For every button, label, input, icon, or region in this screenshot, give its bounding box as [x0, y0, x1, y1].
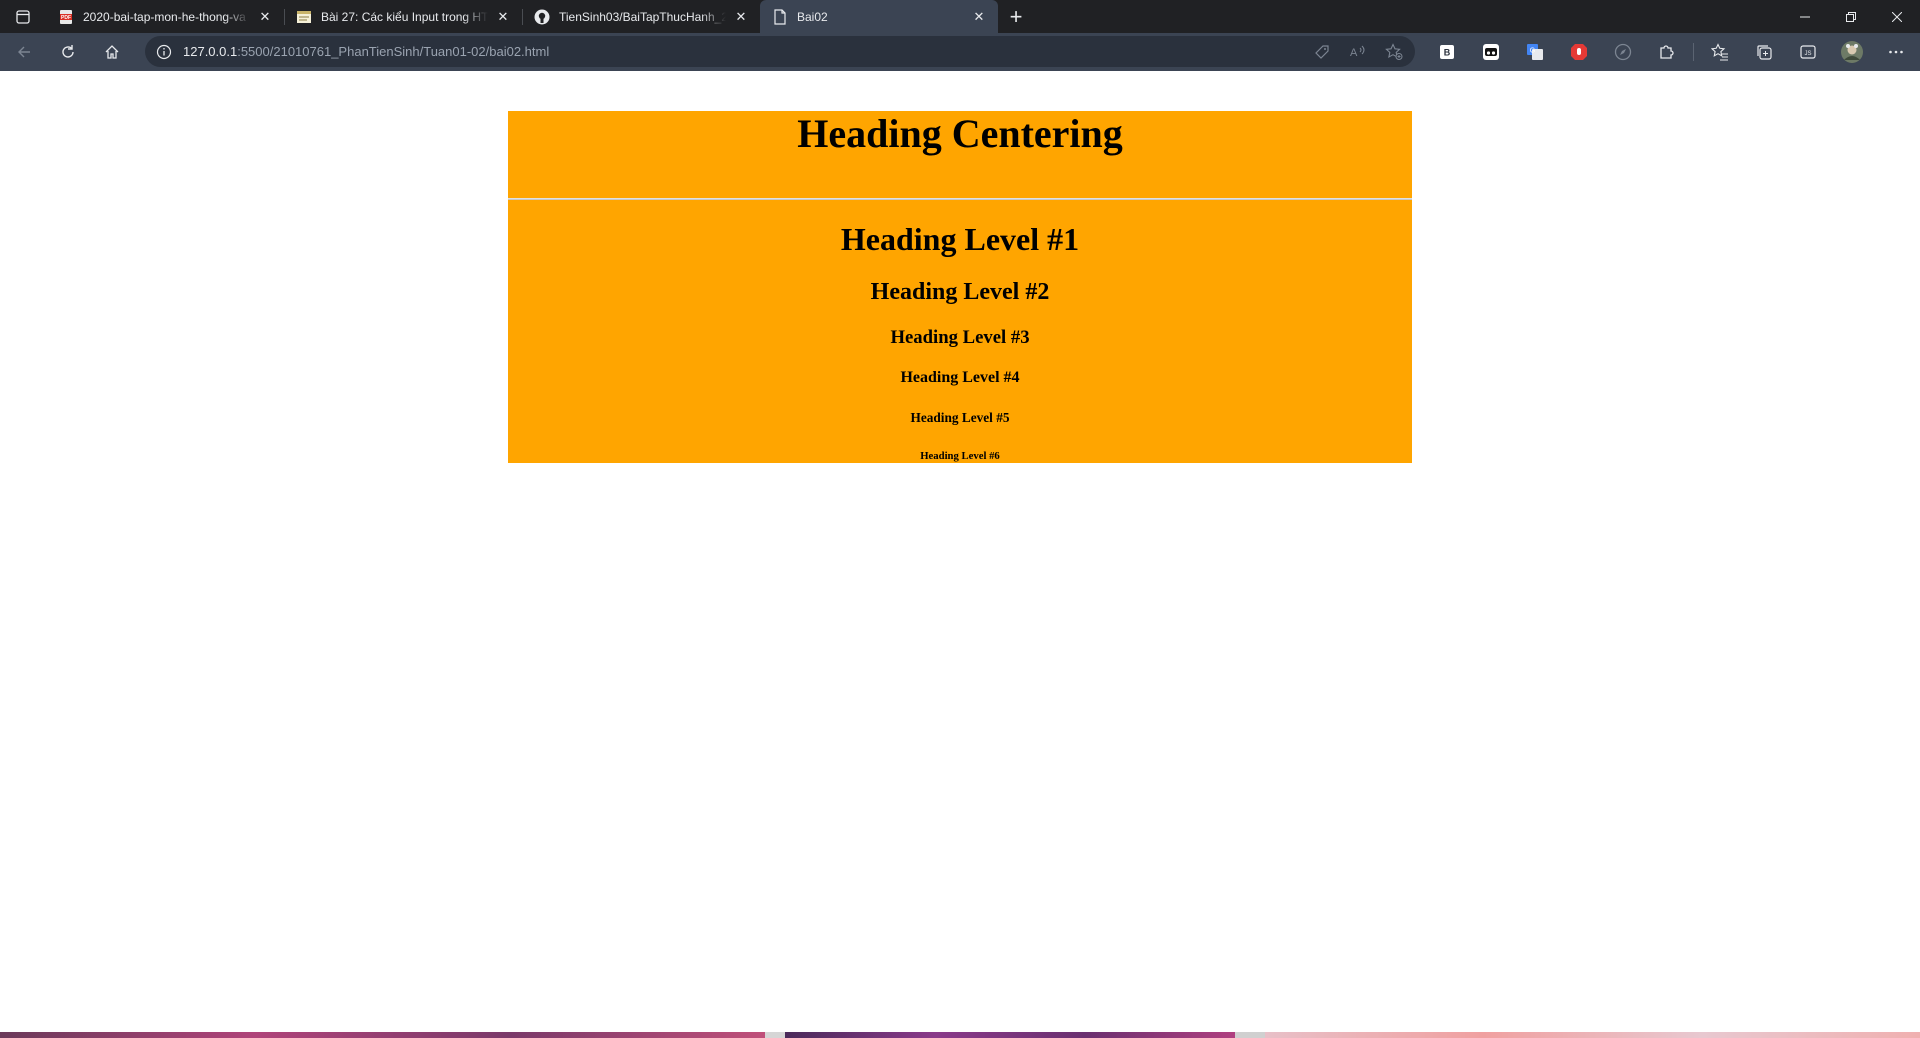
heading-level-2: Heading Level #2	[870, 279, 1050, 305]
tab-title: 2020-bai-tap-mon-he-thong-va	[83, 9, 246, 24]
compass-extension-icon[interactable]	[1601, 33, 1645, 71]
close-tab-icon[interactable]: ✕	[970, 8, 988, 26]
close-tab-icon[interactable]: ✕	[494, 8, 512, 26]
github-icon	[534, 9, 550, 25]
extension-b-icon[interactable]: B	[1425, 33, 1469, 71]
tab-github[interactable]: TienSinh03/BaiTapThucHanh_21010761 ✕	[522, 0, 760, 33]
wallpaper-segment	[785, 1032, 1235, 1038]
page-title: Heading Centering	[797, 111, 1123, 156]
heading-level-5: Heading Level #5	[910, 410, 1010, 425]
back-button[interactable]	[4, 36, 44, 68]
minimize-icon	[1800, 16, 1810, 17]
close-window-button[interactable]	[1874, 0, 1920, 33]
web-capture-icon[interactable]: JS	[1786, 33, 1830, 71]
extensions-area: B G JS	[1425, 33, 1918, 71]
page-viewport: Heading Centering Heading Level #1 Headi…	[0, 71, 1920, 1032]
tab-strip: PDF 2020-bai-tap-mon-he-thong-va ✕ Bài 2…	[0, 0, 1920, 33]
wallpaper-segment	[1235, 1032, 1265, 1038]
browser-toolbar: 127.0.0.1:5500/21010761_PhanTienSinh/Tua…	[0, 33, 1920, 71]
restore-icon	[1846, 11, 1856, 22]
tab-title: TienSinh03/BaiTapThucHanh_21010761	[559, 9, 726, 24]
tab-title: Bài 27: Các kiểu Input trong HTML	[321, 9, 488, 24]
site-info-icon[interactable]	[145, 44, 183, 60]
svg-text:A: A	[1350, 47, 1358, 59]
back-arrow-icon	[18, 46, 30, 58]
add-favorite-icon[interactable]	[1383, 41, 1405, 63]
desktop-wallpaper-strip	[0, 1032, 1920, 1038]
url-text[interactable]: 127.0.0.1:5500/21010761_PhanTienSinh/Tua…	[183, 44, 549, 59]
tab-title: Bai02	[797, 9, 828, 24]
tab-pdf[interactable]: PDF 2020-bai-tap-mon-he-thong-va ✕	[46, 0, 284, 33]
heading-level-4: Heading Level #4	[900, 369, 1020, 386]
tab-bai02[interactable]: Bai02 ✕	[760, 0, 998, 33]
heading-level-1: Heading Level #1	[840, 221, 1080, 257]
favorites-icon[interactable]	[1698, 33, 1742, 71]
wallpaper-segment	[1265, 1032, 1920, 1038]
minimize-button[interactable]	[1782, 0, 1828, 33]
close-icon	[1892, 11, 1902, 22]
refresh-icon	[62, 45, 74, 58]
refresh-button[interactable]	[48, 36, 88, 68]
close-tab-icon[interactable]: ✕	[732, 8, 750, 26]
heading-container: Heading Centering Heading Level #1 Headi…	[508, 111, 1412, 463]
svg-text:G: G	[1530, 48, 1535, 55]
extension-glasses-icon[interactable]	[1469, 33, 1513, 71]
tracking-prevention-icon[interactable]	[1311, 41, 1333, 63]
new-tab-button[interactable]: +	[998, 0, 1034, 33]
home-icon	[105, 45, 119, 59]
translate-extension-icon[interactable]: G	[1513, 33, 1557, 71]
collections-icon[interactable]	[1742, 33, 1786, 71]
wallpaper-segment	[0, 1032, 765, 1038]
settings-more-icon[interactable]	[1874, 33, 1918, 71]
url-host: 127.0.0.1	[183, 44, 238, 59]
svg-text:B: B	[1444, 48, 1451, 58]
horizontal-rule	[508, 198, 1412, 200]
restore-button[interactable]	[1828, 0, 1874, 33]
adblock-extension-icon[interactable]	[1557, 33, 1601, 71]
pdf-icon: PDF	[58, 9, 74, 25]
extensions-puzzle-icon[interactable]	[1645, 33, 1689, 71]
toolbar-separator	[1693, 43, 1694, 61]
tab-actions-icon	[16, 9, 30, 24]
read-aloud-icon[interactable]: A	[1347, 41, 1369, 63]
home-button[interactable]	[92, 36, 132, 68]
heading-level-6: Heading Level #6	[920, 450, 1000, 462]
close-tab-icon[interactable]: ✕	[256, 8, 274, 26]
document-icon	[296, 9, 312, 25]
heading-level-3: Heading Level #3	[890, 327, 1030, 348]
tab-html-input[interactable]: Bài 27: Các kiểu Input trong HTML ✕	[284, 0, 522, 33]
address-bar[interactable]: 127.0.0.1:5500/21010761_PhanTienSinh/Tua…	[145, 36, 1415, 67]
wallpaper-segment	[765, 1032, 785, 1038]
url-path: :5500/21010761_PhanTienSinh/Tuan01-02/ba…	[237, 44, 550, 59]
tab-actions-button[interactable]	[0, 0, 46, 33]
page-icon	[772, 8, 788, 25]
profile-avatar[interactable]	[1830, 33, 1874, 71]
svg-text:PDF: PDF	[61, 15, 71, 21]
svg-text:JS: JS	[1804, 51, 1811, 57]
